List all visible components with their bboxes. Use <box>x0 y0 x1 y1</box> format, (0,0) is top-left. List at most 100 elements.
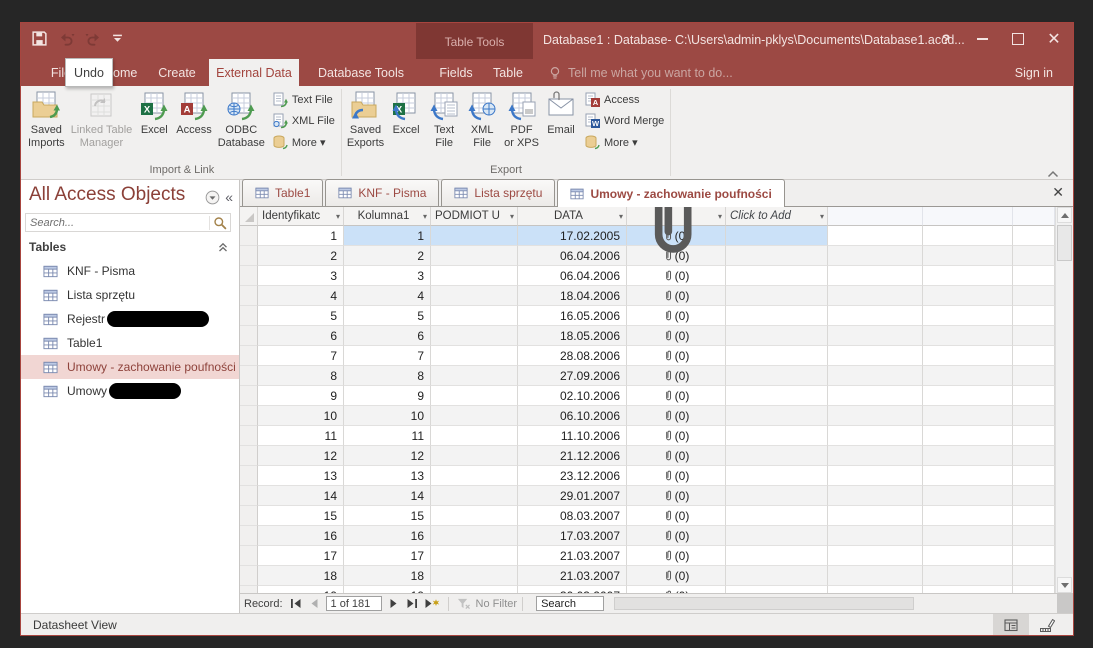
row-selector[interactable] <box>240 486 258 506</box>
tell-me-box[interactable]: Tell me what you want to do... <box>548 59 733 86</box>
cell[interactable]: (0) <box>627 546 726 566</box>
cell[interactable]: 06.04.2006 <box>518 246 627 266</box>
cell[interactable] <box>726 386 828 406</box>
nav-item-knf-pisma[interactable]: KNF - Pisma <box>21 259 239 283</box>
search-icon[interactable] <box>209 216 227 230</box>
cell[interactable] <box>726 526 828 546</box>
cell[interactable]: 21.12.2006 <box>518 446 627 466</box>
tab-home[interactable]: ome <box>113 59 147 86</box>
cell[interactable] <box>431 406 518 426</box>
row-selector[interactable] <box>240 526 258 546</box>
cell[interactable]: 2 <box>258 246 344 266</box>
cell[interactable]: 15 <box>344 506 431 526</box>
datasheet-view-button[interactable] <box>993 614 1029 635</box>
cell[interactable] <box>726 226 828 246</box>
cell[interactable] <box>431 546 518 566</box>
cell[interactable]: 13 <box>258 466 344 486</box>
close-document-icon[interactable]: ✕ <box>1052 185 1064 199</box>
cell[interactable] <box>431 246 518 266</box>
cell[interactable] <box>726 546 828 566</box>
doc-tab-knf-pisma[interactable]: KNF - Pisma <box>325 179 439 206</box>
cell[interactable]: 18 <box>258 566 344 586</box>
cell[interactable]: 10 <box>344 406 431 426</box>
cell[interactable]: (0) <box>627 466 726 486</box>
nav-item-umowy[interactable]: Umowy <box>21 379 239 403</box>
column-header-attachments[interactable]: ▾ <box>627 207 726 226</box>
row-selector[interactable] <box>240 586 258 593</box>
cell[interactable] <box>726 486 828 506</box>
cell[interactable] <box>431 506 518 526</box>
cell[interactable]: (0) <box>627 326 726 346</box>
row-selector[interactable] <box>240 386 258 406</box>
design-view-button[interactable] <box>1029 614 1065 635</box>
cell[interactable]: 11 <box>258 426 344 446</box>
cell[interactable]: 14 <box>344 486 431 506</box>
cell[interactable]: 4 <box>344 286 431 306</box>
column-dropdown-icon[interactable]: ▾ <box>820 212 827 221</box>
cell[interactable]: 23.12.2006 <box>518 466 627 486</box>
cell[interactable] <box>431 366 518 386</box>
row-selector[interactable] <box>240 506 258 526</box>
saved-exports-button[interactable]: SavedExports <box>344 88 387 152</box>
cell[interactable] <box>726 466 828 486</box>
more-button[interactable]: More ▾ <box>584 132 664 152</box>
cell[interactable] <box>431 286 518 306</box>
cell[interactable]: 9 <box>344 386 431 406</box>
cell[interactable]: 1 <box>258 226 344 246</box>
cell[interactable]: 21.03.2007 <box>518 546 627 566</box>
collapse-group-icon[interactable] <box>217 241 229 253</box>
nav-pane-menu-icon[interactable] <box>205 190 220 205</box>
cell[interactable] <box>726 286 828 306</box>
column-header-identyfikatc[interactable]: Identyfikatc▾ <box>258 207 344 226</box>
undo-icon[interactable] <box>58 30 75 47</box>
nav-search-box[interactable]: Search... <box>25 213 231 232</box>
last-record-icon[interactable] <box>406 598 418 609</box>
column-dropdown-icon[interactable]: ▾ <box>718 212 725 221</box>
cell[interactable]: 4 <box>258 286 344 306</box>
cell[interactable] <box>726 306 828 326</box>
cell[interactable]: 17.02.2005 <box>518 226 627 246</box>
row-selector[interactable] <box>240 326 258 346</box>
record-search-input[interactable]: Search <box>536 596 604 611</box>
minimize-button[interactable] <box>971 27 993 51</box>
cell[interactable]: 29.01.2007 <box>518 486 627 506</box>
cell[interactable]: 17 <box>258 546 344 566</box>
cell[interactable] <box>431 486 518 506</box>
cell[interactable]: 02.10.2006 <box>518 386 627 406</box>
row-selector[interactable] <box>240 406 258 426</box>
nav-item-rejestr[interactable]: Rejestr <box>21 307 239 331</box>
row-selector[interactable] <box>240 286 258 306</box>
row-selector[interactable] <box>240 226 258 246</box>
cell[interactable]: 19 <box>344 586 431 593</box>
cell[interactable] <box>431 466 518 486</box>
new-record-icon[interactable] <box>424 598 440 609</box>
access-button[interactable]: AAccess <box>584 90 664 110</box>
odbc-database-button[interactable]: ODBCDatabase <box>215 88 268 152</box>
cell[interactable]: 6 <box>344 326 431 346</box>
nav-item-table1[interactable]: Table1 <box>21 331 239 355</box>
nav-pane-title[interactable]: All Access Objects <box>29 184 185 206</box>
cell[interactable]: 8 <box>344 366 431 386</box>
tab-fields[interactable]: Fields <box>427 59 485 86</box>
horizontal-scroll-thumb[interactable] <box>614 597 914 610</box>
row-selector[interactable] <box>240 546 258 566</box>
cell[interactable]: 17.03.2007 <box>518 526 627 546</box>
cell[interactable]: (0) <box>627 346 726 366</box>
save-icon[interactable] <box>31 30 48 47</box>
cell[interactable] <box>726 566 828 586</box>
vertical-scroll-thumb[interactable] <box>1057 225 1072 261</box>
pdf-or-xps-button[interactable]: PDFor XPS <box>501 88 542 152</box>
cell[interactable]: 12 <box>258 446 344 466</box>
column-header-kolumna1[interactable]: Kolumna1▾ <box>344 207 431 226</box>
cell[interactable]: 27.09.2006 <box>518 366 627 386</box>
scroll-up-icon[interactable] <box>1057 207 1072 223</box>
cell[interactable]: 3 <box>258 266 344 286</box>
column-dropdown-icon[interactable]: ▾ <box>510 212 517 221</box>
cell[interactable] <box>726 346 828 366</box>
row-selector[interactable] <box>240 466 258 486</box>
redo-icon[interactable] <box>85 30 102 47</box>
text-file-button[interactable]: TextFile <box>425 88 463 152</box>
cell[interactable]: 11.10.2006 <box>518 426 627 446</box>
column-dropdown-icon[interactable]: ▾ <box>619 212 626 221</box>
cell[interactable]: (0) <box>627 566 726 586</box>
